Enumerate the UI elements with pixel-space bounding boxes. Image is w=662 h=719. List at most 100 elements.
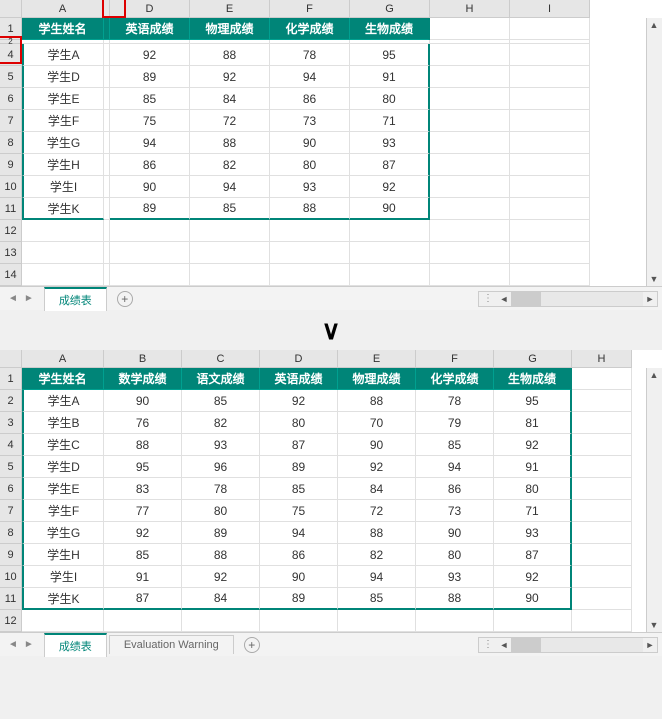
cell[interactable] <box>572 368 632 390</box>
cell[interactable]: 英语成绩 <box>110 18 190 40</box>
cell[interactable]: 94 <box>338 566 416 588</box>
cell[interactable] <box>430 66 510 88</box>
cell[interactable]: 91 <box>494 456 572 478</box>
cell[interactable]: 77 <box>104 500 182 522</box>
cell[interactable]: 89 <box>260 456 338 478</box>
cell[interactable] <box>22 610 104 632</box>
col-header[interactable]: F <box>270 0 350 18</box>
cell[interactable] <box>430 88 510 110</box>
cell[interactable]: 学生G <box>22 132 104 154</box>
cell[interactable] <box>494 610 572 632</box>
cell[interactable] <box>510 88 590 110</box>
cell[interactable]: 生物成绩 <box>350 18 430 40</box>
cell[interactable] <box>510 110 590 132</box>
cell[interactable] <box>110 242 190 264</box>
cell[interactable]: 78 <box>182 478 260 500</box>
horizontal-scrollbar[interactable]: ⋮ ◄ ► <box>478 637 658 653</box>
cell[interactable]: 80 <box>270 154 350 176</box>
cell[interactable]: 75 <box>260 500 338 522</box>
cell[interactable] <box>430 132 510 154</box>
row-header[interactable]: 9 <box>0 544 22 566</box>
cell[interactable]: 90 <box>416 522 494 544</box>
cell[interactable] <box>510 66 590 88</box>
cell[interactable] <box>430 198 510 220</box>
cell[interactable]: 92 <box>182 566 260 588</box>
scroll-left-icon[interactable]: ◄ <box>497 638 511 652</box>
select-all-corner[interactable] <box>0 0 22 18</box>
horizontal-scrollbar[interactable]: ⋮ ◄ ► <box>478 291 658 307</box>
tab-nav-arrows[interactable]: ◄ ► <box>0 293 42 304</box>
cell[interactable]: 87 <box>350 154 430 176</box>
cell[interactable]: 72 <box>338 500 416 522</box>
cell[interactable] <box>572 434 632 456</box>
cell[interactable]: 89 <box>110 66 190 88</box>
cell[interactable] <box>430 242 510 264</box>
cell[interactable]: 75 <box>110 110 190 132</box>
cell[interactable]: 94 <box>110 132 190 154</box>
row-header[interactable]: 10 <box>0 176 22 198</box>
cell[interactable]: 学生I <box>22 566 104 588</box>
cell[interactable]: 81 <box>494 412 572 434</box>
cell[interactable]: 85 <box>104 544 182 566</box>
cell[interactable] <box>430 154 510 176</box>
cell[interactable]: 88 <box>270 198 350 220</box>
cell[interactable] <box>190 264 270 286</box>
cell[interactable] <box>510 176 590 198</box>
cell[interactable]: 87 <box>104 588 182 610</box>
cell[interactable] <box>510 264 590 286</box>
cell[interactable] <box>572 610 632 632</box>
cell[interactable] <box>430 264 510 286</box>
cell[interactable]: 92 <box>260 390 338 412</box>
row-header[interactable]: 14 <box>0 264 22 286</box>
cell[interactable] <box>510 220 590 242</box>
cell[interactable]: 94 <box>270 66 350 88</box>
cell[interactable]: 90 <box>494 588 572 610</box>
cell[interactable] <box>510 198 590 220</box>
cell[interactable]: 学生A <box>22 390 104 412</box>
cell[interactable]: 物理成绩 <box>190 18 270 40</box>
cell[interactable]: 73 <box>270 110 350 132</box>
cell[interactable]: 94 <box>260 522 338 544</box>
cell[interactable]: 94 <box>190 176 270 198</box>
cell[interactable] <box>110 220 190 242</box>
cell[interactable]: 语文成绩 <box>182 368 260 390</box>
cell[interactable]: 92 <box>494 434 572 456</box>
cell[interactable] <box>572 390 632 412</box>
cell[interactable]: 89 <box>260 588 338 610</box>
select-all-corner[interactable] <box>0 350 22 368</box>
row-header[interactable]: 5 <box>0 66 22 88</box>
row-header[interactable]: 11 <box>0 198 22 220</box>
nav-next-icon[interactable]: ► <box>24 639 34 650</box>
cell[interactable]: 72 <box>190 110 270 132</box>
cell[interactable]: 79 <box>416 412 494 434</box>
cell[interactable] <box>110 264 190 286</box>
nav-prev-icon[interactable]: ◄ <box>8 639 18 650</box>
sheet-tab-active[interactable]: 成绩表 <box>44 287 107 311</box>
cell[interactable]: 化学成绩 <box>270 18 350 40</box>
cell[interactable]: 82 <box>182 412 260 434</box>
cell[interactable]: 80 <box>182 500 260 522</box>
hscroll-thumb[interactable] <box>511 638 541 652</box>
row-header[interactable]: 4 <box>0 44 22 66</box>
cell[interactable]: 71 <box>350 110 430 132</box>
scroll-left-icon[interactable]: ◄ <box>497 292 511 306</box>
nav-next-icon[interactable]: ► <box>24 293 34 304</box>
split-handle-icon[interactable]: ⋮ <box>479 639 497 650</box>
cell[interactable]: 85 <box>416 434 494 456</box>
cell[interactable]: 70 <box>338 412 416 434</box>
cell[interactable]: 学生F <box>22 110 104 132</box>
row-header[interactable]: 6 <box>0 478 22 500</box>
cell[interactable] <box>510 18 590 40</box>
hscroll-track[interactable] <box>511 292 643 306</box>
cell[interactable] <box>510 132 590 154</box>
cell[interactable]: 85 <box>110 88 190 110</box>
hscroll-thumb[interactable] <box>511 292 541 306</box>
cell[interactable]: 84 <box>182 588 260 610</box>
cell[interactable]: 91 <box>350 66 430 88</box>
cell[interactable] <box>350 220 430 242</box>
cell[interactable]: 73 <box>416 500 494 522</box>
cell[interactable]: 学生K <box>22 588 104 610</box>
cell[interactable]: 学生H <box>22 544 104 566</box>
col-header[interactable]: H <box>430 0 510 18</box>
row-header[interactable]: 6 <box>0 88 22 110</box>
